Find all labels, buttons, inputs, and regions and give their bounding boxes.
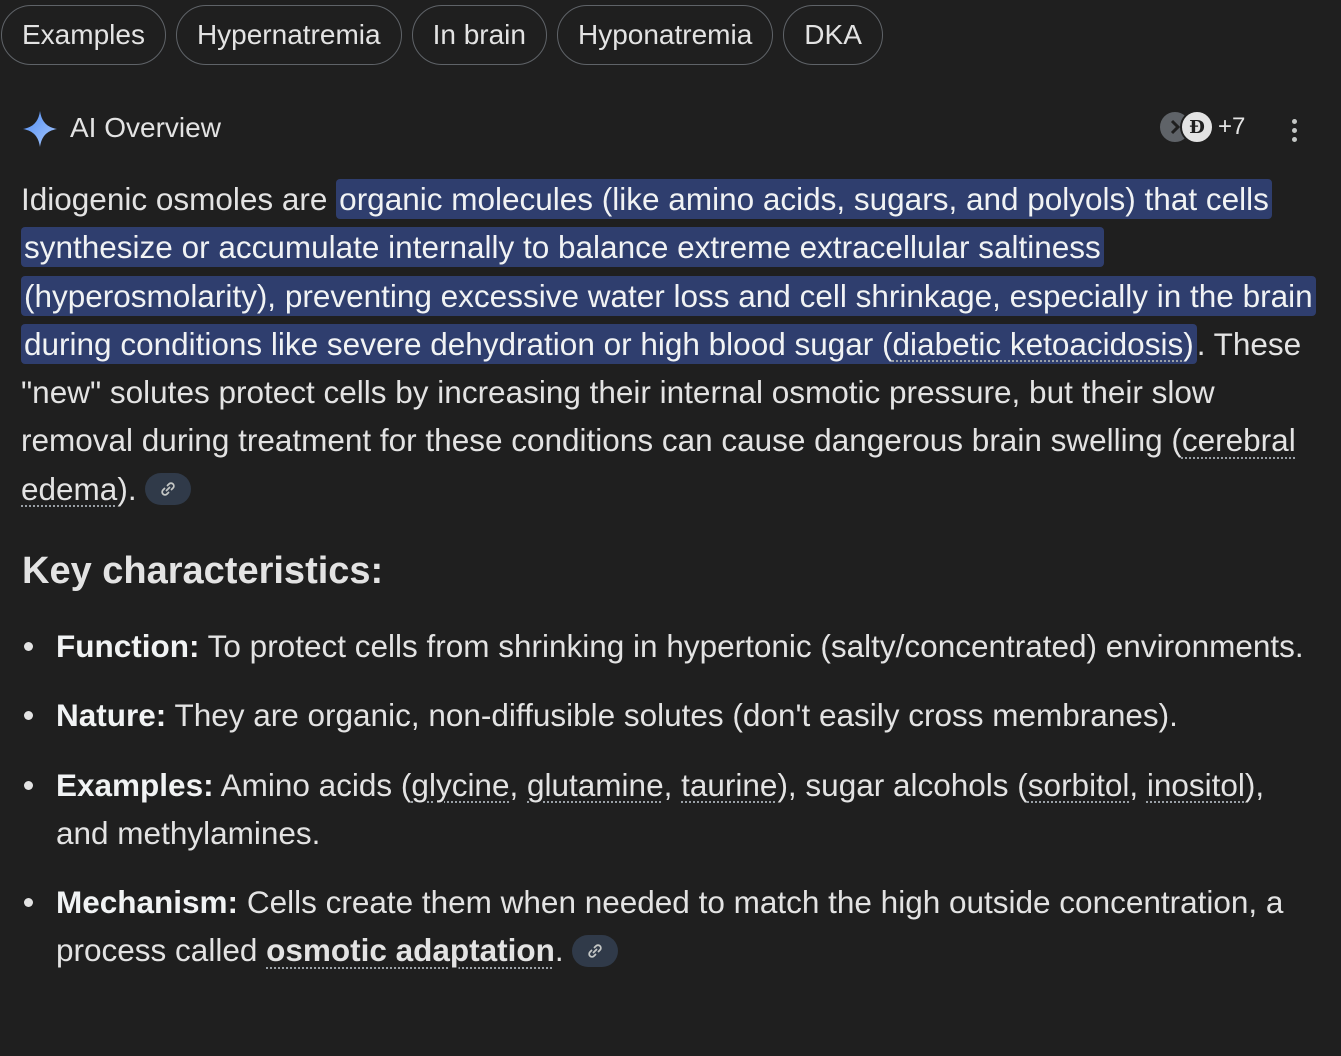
chip-in-brain[interactable]: In brain bbox=[411, 5, 547, 65]
bullet-text: ), sugar alcohols ( bbox=[777, 766, 1028, 803]
bullet-text: Cells create them when needed to match t… bbox=[56, 884, 1284, 969]
link-glutamine[interactable]: glutamine bbox=[527, 767, 664, 803]
chip-hypernatremia[interactable]: Hypernatremia bbox=[175, 5, 402, 65]
bullet-text: . bbox=[554, 932, 564, 969]
list-item-examples: Examples: Amino acids (glycine, glutamin… bbox=[0, 761, 1341, 858]
link-icon bbox=[160, 482, 175, 497]
source-avatar: Ð bbox=[1180, 110, 1214, 144]
link-inositol[interactable]: inositol bbox=[1147, 767, 1245, 803]
overview-text: ). bbox=[117, 470, 137, 507]
bullet-icon bbox=[24, 898, 33, 908]
bullet-icon bbox=[24, 780, 33, 790]
chip-dka[interactable]: DKA bbox=[783, 5, 883, 65]
link-diabetic-ketoacidosis[interactable]: diabetic ketoacidosis bbox=[893, 326, 1184, 362]
characteristics-list: Function: To protect cells from shrinkin… bbox=[0, 622, 1341, 996]
bullet-label: Function: bbox=[56, 628, 200, 664]
bullet-label: Examples: bbox=[56, 766, 214, 803]
sparkle-icon bbox=[23, 111, 57, 147]
citation-link-button[interactable] bbox=[571, 935, 618, 968]
overview-text: Idiogenic osmoles are bbox=[21, 181, 337, 217]
bullet-label: Mechanism: bbox=[56, 884, 239, 921]
link-taurine[interactable]: taurine bbox=[681, 767, 777, 803]
ai-overview-header: AI Overview Ð +7 bbox=[22, 108, 1341, 152]
bullet-text: , bbox=[509, 766, 527, 803]
bullet-label: Nature: bbox=[56, 697, 167, 734]
list-item-nature: Nature: They are organic, non-diffusible… bbox=[0, 691, 1341, 739]
more-options-icon[interactable] bbox=[1284, 114, 1304, 146]
list-item-mechanism: Mechanism: Cells create them when needed… bbox=[0, 878, 1341, 975]
filter-chips: Examples Hypernatremia In brain Hyponatr… bbox=[1, 5, 883, 65]
citation-link-button[interactable] bbox=[144, 473, 191, 506]
bullet-icon bbox=[24, 642, 33, 651]
link-osmotic-adaptation[interactable]: osmotic adaptation bbox=[266, 932, 555, 968]
overview-paragraph: Idiogenic osmoles are organic molecules … bbox=[21, 175, 1321, 513]
highlighted-text-end: ) bbox=[1183, 325, 1194, 362]
chip-examples[interactable]: Examples bbox=[1, 5, 166, 65]
list-item-function: Function: To protect cells from shrinkin… bbox=[0, 622, 1341, 670]
bullet-icon bbox=[24, 711, 33, 721]
link-glycine[interactable]: glycine bbox=[411, 767, 509, 803]
chip-hyponatremia[interactable]: Hyponatremia bbox=[556, 5, 774, 65]
sources-count: +7 bbox=[1218, 113, 1246, 140]
link-icon bbox=[587, 944, 602, 958]
bullet-text: To protect cells from shrinking in hyper… bbox=[199, 628, 1304, 664]
section-heading: Key characteristics: bbox=[22, 550, 384, 592]
bullet-text: , bbox=[1129, 766, 1147, 803]
sources-button[interactable]: Ð +7 bbox=[1158, 110, 1245, 144]
bullet-text: Amino acids ( bbox=[213, 766, 412, 803]
link-sorbitol[interactable]: sorbitol bbox=[1028, 767, 1130, 803]
bullet-text: They are organic, non-diffusible solutes… bbox=[166, 697, 1178, 734]
bullet-text: , bbox=[663, 766, 682, 803]
ai-overview-title: AI Overview bbox=[70, 112, 221, 143]
